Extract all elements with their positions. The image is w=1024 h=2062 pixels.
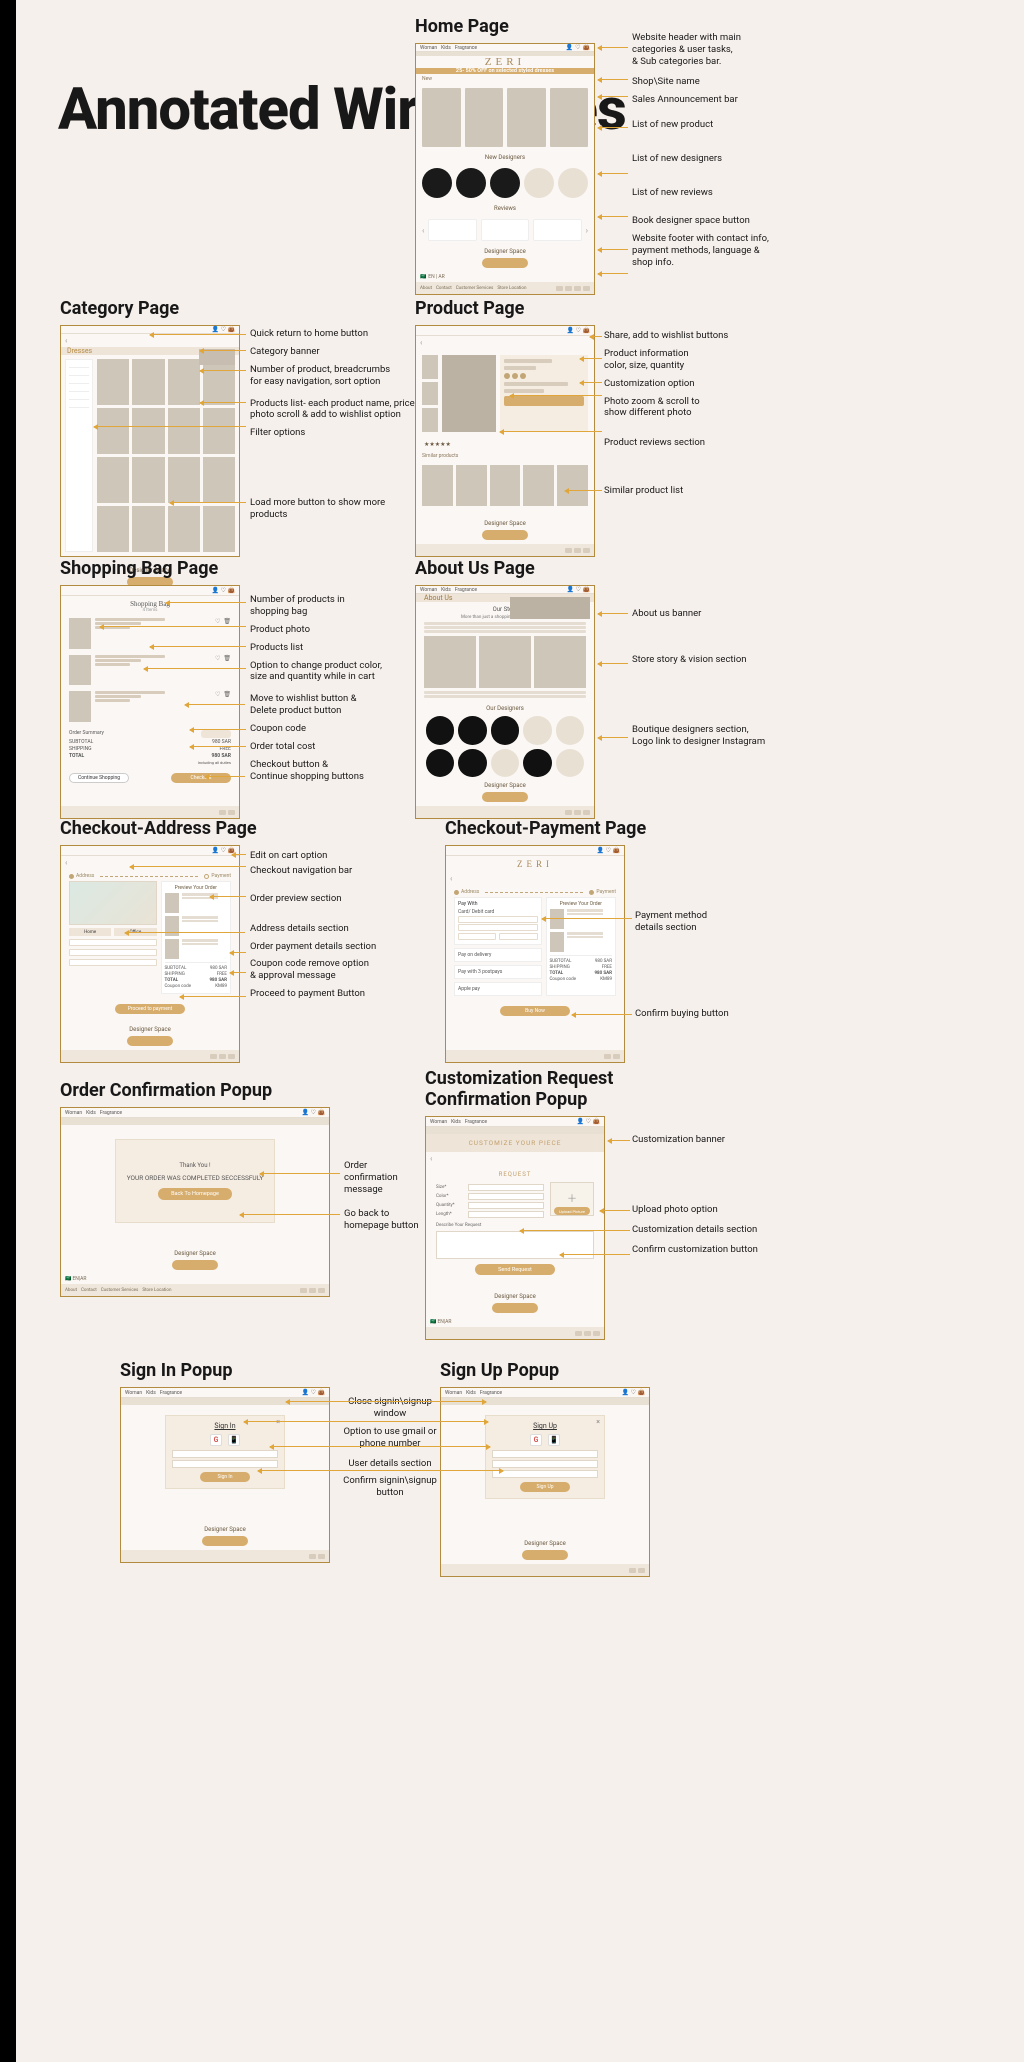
signin-button[interactable]: Sign In [200, 1472, 250, 1482]
signup-wireframe: WomanKidsFragrance👤 ♡ 👜 × Sign Up G📱 Sig… [440, 1387, 650, 1577]
bag-icon: 👜 [583, 44, 590, 51]
close-icon[interactable]: × [276, 1418, 280, 1426]
map [69, 881, 157, 925]
order-title: Order Confirmation Popup [60, 1080, 330, 1101]
proceed-button[interactable]: Proceed to payment [115, 1004, 185, 1014]
phone-icon[interactable]: 📱 [228, 1434, 240, 1446]
cust-wireframe: WomanKidsFragrance👤 ♡ 👜 CUSTOMIZE YOUR P… [425, 1116, 605, 1340]
chevron-left-icon: ‹ [422, 226, 424, 235]
addr-title: Checkout-Address Page [60, 818, 257, 839]
user-icon: 👤 [566, 44, 573, 51]
checkout-button[interactable]: Checkout [171, 773, 231, 783]
signin-wireframe: WomanKidsFragrance👤 ♡ 👜 × Sign In G📱 Sig… [120, 1387, 330, 1563]
pay-title: Checkout-Payment Page [445, 818, 646, 839]
close-icon[interactable]: × [596, 1418, 600, 1426]
continue-shopping-button[interactable]: Continue Shopping [69, 773, 129, 783]
heart-icon: ♡ [575, 44, 580, 51]
category-title: Category Page [60, 298, 240, 319]
bag-wireframe: 👤 ♡ 👜 Shopping Bag 4 Items ♡🗑 ♡🗑 ♡🗑 Orde… [60, 585, 240, 819]
filter-sidebar [65, 359, 93, 552]
black-side-bar [0, 0, 16, 2062]
bag-title: Shopping Bag Page [60, 558, 240, 579]
cust-title: Customization Request Confirmation Popup [425, 1068, 613, 1110]
addr-wireframe: 👤 ♡ 👜 ‹ AddressPayment HomeOffice Previe… [60, 845, 240, 1063]
signup-button[interactable]: Sign Up [520, 1482, 570, 1492]
signup-title: Sign Up Popup [440, 1360, 650, 1381]
brand-logo: ZERI [416, 56, 594, 68]
anno: Website header with main categories & us… [632, 32, 832, 68]
home-title: Home Page [415, 16, 595, 37]
add-to-cart-button[interactable] [504, 396, 584, 406]
heart-icon: ♡ [215, 618, 220, 625]
about-title: About Us Page [415, 558, 595, 579]
buy-now-button[interactable]: Buy Now [500, 1006, 570, 1016]
category-wireframe: 👤 ♡ 👜 ‹ Dresses Designer Space [60, 325, 240, 557]
google-icon[interactable]: G [210, 1434, 222, 1446]
signin-title: Sign In Popup [120, 1360, 330, 1381]
phone-icon[interactable]: 📱 [548, 1434, 560, 1446]
trash-icon: 🗑 [223, 618, 231, 625]
join-button[interactable] [482, 258, 528, 268]
header-icons: 👤♡👜 [566, 44, 590, 51]
chevron-right-icon: › [586, 226, 588, 235]
coupon-chip [201, 730, 231, 738]
back-home-button[interactable]: Back To Homepage [158, 1188, 232, 1200]
upload-photo: ＋Upload Picture [550, 1182, 594, 1216]
tab-home[interactable]: Home [69, 928, 111, 936]
product-title: Product Page [415, 298, 595, 319]
pay-wireframe: 👤 ♡ 👜 ZERI ‹ AddressPayment Pay WithCard… [445, 845, 625, 1063]
home-wireframe: WomanKidsFragrance 👤♡👜 ZERI 25- 50% OFF … [415, 43, 595, 295]
about-wireframe: WomanKidsFragrance👤 ♡ 👜 About Us Our Sto… [415, 585, 595, 819]
send-request-button[interactable]: Send Request [475, 1264, 555, 1275]
product-wireframe: 👤 ♡ 👜 ‹ ★★★★★ Similar products Designer … [415, 325, 595, 557]
order-wireframe: WomanKidsFragrance👤 ♡ 👜 Thank You ! YOUR… [60, 1107, 330, 1297]
google-icon[interactable]: G [530, 1434, 542, 1446]
